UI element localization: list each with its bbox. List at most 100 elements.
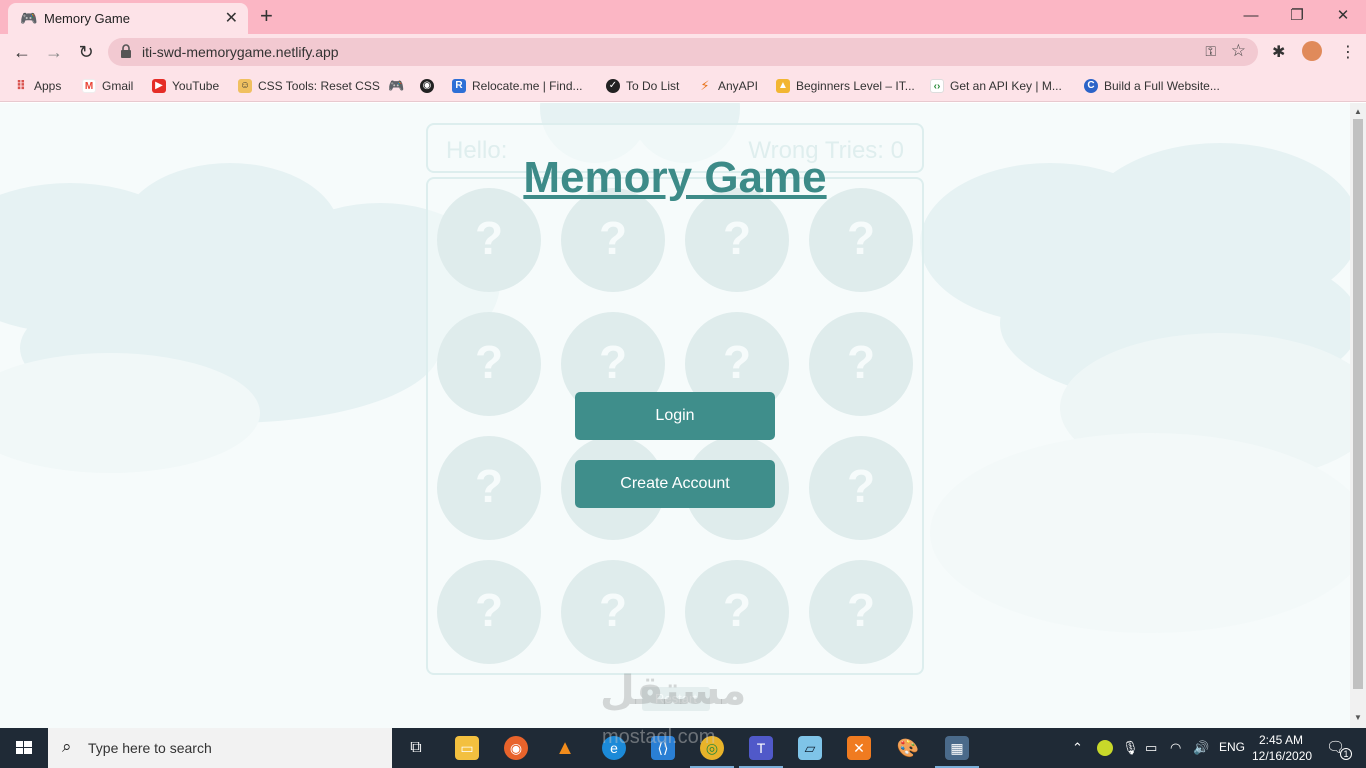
cloud-decoration	[930, 433, 1350, 633]
scroll-up-arrow-icon[interactable]: ▲	[1354, 107, 1362, 116]
back-arrow-icon[interactable]: ←	[10, 41, 34, 63]
vlc-icon[interactable]: ▲	[553, 736, 577, 760]
memory-card[interactable]: ?	[809, 188, 913, 292]
beginners-icon: ▲	[776, 79, 790, 93]
memory-card[interactable]: ?	[685, 188, 789, 292]
star-icon[interactable]: ☆	[1231, 41, 1246, 61]
new-tab-button[interactable]: +	[260, 4, 273, 28]
battery-icon[interactable]: ▭	[1145, 740, 1157, 756]
tab-title: Memory Game	[44, 11, 130, 26]
tab-close-icon[interactable]: ✕	[225, 8, 238, 28]
xampp-icon[interactable]: ✕	[847, 736, 871, 760]
address-bar[interactable]: iti-swd-memorygame.netlify.app ⚿ ☆	[108, 38, 1258, 66]
bookmark-label: AnyAPI	[718, 79, 759, 93]
memory-card[interactable]: ?	[437, 188, 541, 292]
bookmark-label: Build a Full Website...	[1104, 79, 1220, 93]
clock-date: 12/16/2020	[1252, 749, 1313, 763]
notes-app-icon[interactable]: ▱	[798, 736, 822, 760]
system-clock[interactable]: 2:45 AM 12/16/2020	[1252, 732, 1313, 764]
watermark-url: mostaql.com	[602, 726, 716, 748]
bookmark-anyapi[interactable]: ⚡ AnyAPI	[698, 77, 758, 95]
teams-icon[interactable]: T	[749, 736, 773, 760]
profile-avatar[interactable]	[1302, 41, 1322, 61]
login-button[interactable]: Login	[575, 392, 775, 440]
memory-card[interactable]: ?	[561, 560, 665, 664]
bookmark-globe[interactable]: ◉	[420, 77, 434, 95]
todo-icon: ✓	[606, 79, 620, 93]
tray-app-icon[interactable]	[1097, 740, 1113, 756]
memory-card[interactable]: ?	[437, 436, 541, 540]
memory-card[interactable]: ?	[809, 312, 913, 416]
clock-time: 2:45 AM	[1258, 733, 1304, 747]
microphone-icon[interactable]: 🎙	[1122, 740, 1139, 756]
extensions-icon[interactable]: ✱	[1272, 42, 1285, 62]
scroll-down-arrow-icon[interactable]: ▼	[1354, 713, 1362, 722]
url-text: iti-swd-memorygame.netlify.app	[142, 44, 339, 60]
browser-toolbar: ← → ↻ iti-swd-memorygame.netlify.app ⚿ ☆…	[0, 34, 1366, 70]
bookmark-youtube[interactable]: ▶ YouTube	[152, 77, 219, 95]
bookmark-label: Relocate.me | Find...	[472, 79, 583, 93]
browser-tab-strip: 🎮 Memory Game ✕ + — ❐ ✕	[0, 0, 1366, 34]
css-tools-icon: ☺	[238, 79, 252, 93]
bookmark-todo[interactable]: ✓ To Do List	[606, 77, 679, 95]
bookmark-label: Beginners Level – IT...	[796, 79, 915, 93]
file-explorer-icon[interactable]: ▭	[455, 736, 479, 760]
anyapi-icon: ⚡	[700, 78, 710, 93]
wifi-icon[interactable]: ◠	[1170, 740, 1181, 756]
start-button[interactable]	[0, 728, 48, 768]
bookmark-label: To Do List	[626, 79, 680, 93]
search-icon: ⌕	[62, 737, 72, 756]
bookmark-label: Apps	[34, 79, 62, 93]
page-scrollbar[interactable]: ▲ ▼	[1350, 103, 1366, 728]
bookmark-beginners[interactable]: ▲ Beginners Level – IT...	[776, 77, 915, 95]
forward-arrow-icon[interactable]: →	[42, 41, 66, 63]
taskbar-search[interactable]: ⌕ Type here to search	[48, 728, 392, 768]
lock-icon	[121, 44, 131, 58]
bookmark-label: Get an API Key | M...	[950, 79, 1062, 93]
bookmark-api-key[interactable]: ‹› Get an API Key | M...	[930, 77, 1062, 95]
scrollbar-thumb[interactable]	[1353, 119, 1363, 689]
calculator-icon[interactable]: ▦	[945, 736, 969, 760]
bookmark-gamepad[interactable]: 🎮	[388, 77, 405, 95]
page-viewport: Hello: Wrong Tries: 0 ? ? ? ? ? ? ? ? ? …	[0, 103, 1350, 728]
bookmark-css-tools[interactable]: ☺ CSS Tools: Reset CSS	[238, 77, 380, 95]
bookmark-label: Gmail	[102, 79, 134, 93]
key-icon[interactable]: ⚿	[1205, 43, 1216, 60]
search-placeholder: Type here to search	[88, 740, 212, 756]
bookmark-relocate[interactable]: R Relocate.me | Find...	[452, 77, 583, 95]
gmail-icon: M	[82, 79, 96, 93]
memory-card[interactable]: ?	[561, 188, 665, 292]
close-window-button[interactable]: ✕	[1320, 4, 1366, 28]
menu-kebab-icon[interactable]: ⋮	[1340, 42, 1356, 62]
bookmark-apps[interactable]: ⠿ Apps	[14, 77, 61, 95]
restore-button[interactable]: ❐	[1274, 4, 1320, 28]
bookmark-build-website[interactable]: C Build a Full Website...	[1084, 77, 1220, 95]
windows-logo-icon	[16, 741, 32, 754]
memory-card[interactable]: ?	[437, 312, 541, 416]
memory-card[interactable]: ?	[809, 560, 913, 664]
globe-icon: ◉	[420, 79, 434, 93]
bookmarks-bar: ⠿ Apps M Gmail ▶ YouTube ☺ CSS Tools: Re…	[0, 70, 1366, 102]
reload-icon[interactable]: ↻	[74, 41, 98, 63]
language-indicator[interactable]: ENG	[1219, 740, 1245, 754]
firefox-icon[interactable]: ◉	[504, 736, 528, 760]
bookmark-gmail[interactable]: M Gmail	[82, 77, 133, 95]
task-view-icon[interactable]: ⧉	[404, 736, 428, 760]
memory-card[interactable]: ?	[809, 436, 913, 540]
notification-count-badge: 1	[1340, 748, 1352, 760]
create-account-button[interactable]: Create Account	[575, 460, 775, 508]
minimize-button[interactable]: —	[1228, 4, 1274, 28]
browser-tab[interactable]: 🎮 Memory Game ✕	[8, 3, 248, 34]
bookmark-label: YouTube	[172, 79, 220, 93]
chevron-up-icon[interactable]: ⌃	[1072, 740, 1083, 756]
memory-card[interactable]: ?	[685, 560, 789, 664]
gamepad-icon: 🎮	[388, 78, 405, 93]
memory-card[interactable]: ?	[437, 560, 541, 664]
relocate-icon: R	[452, 79, 466, 93]
apps-grid-icon: ⠿	[15, 78, 27, 93]
bookmark-label: CSS Tools: Reset CSS	[258, 79, 380, 93]
volume-icon[interactable]: 🔊	[1193, 740, 1209, 756]
paint-icon[interactable]: 🎨	[896, 736, 920, 760]
watermark-logo: مستقل	[600, 669, 747, 713]
build-website-icon: C	[1084, 79, 1098, 93]
